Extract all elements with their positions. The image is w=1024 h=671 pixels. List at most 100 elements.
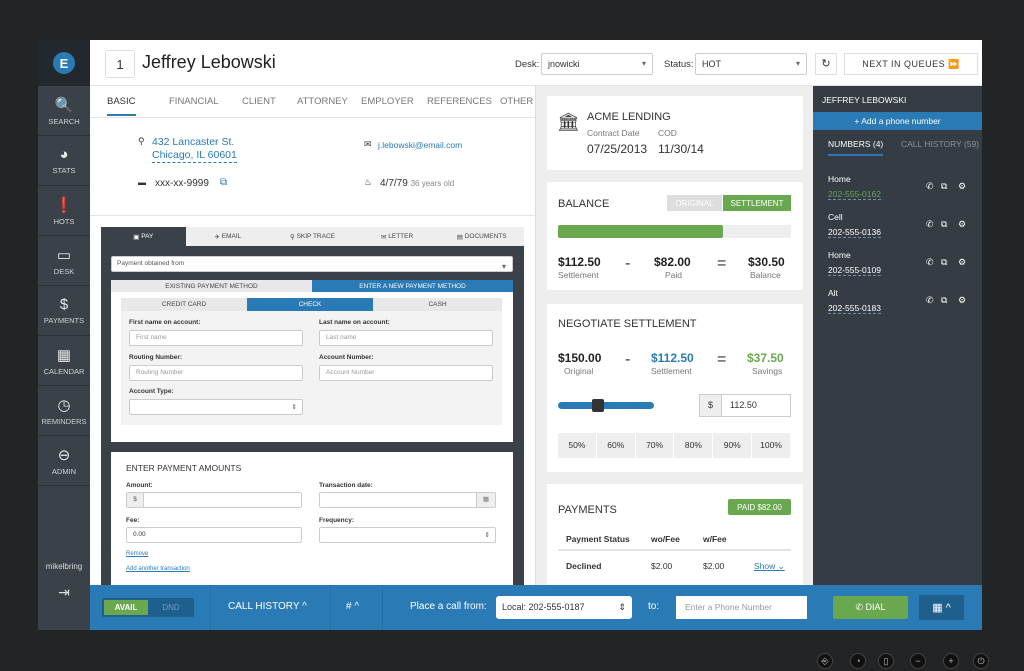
payment-method-card: EXISTING PAYMENT METHOD ENTER A NEW PAYM… (111, 280, 513, 442)
original-label: Original (564, 366, 594, 376)
call-history-button[interactable]: CALL HISTORY ^ (228, 601, 307, 612)
percent-button[interactable]: 70% (635, 433, 675, 458)
copy-icon[interactable]: ⧉ (220, 177, 227, 188)
type-check[interactable]: CHECK (247, 298, 373, 311)
phone-number-input[interactable]: Enter a Phone Number (676, 596, 807, 619)
first-name-input[interactable]: First name (129, 330, 303, 346)
sidebar-item-calendar[interactable]: ▦ CALENDAR (38, 336, 90, 386)
hardware-plus-icon[interactable]: + (943, 653, 959, 669)
gear-icon[interactable]: ⚙ (958, 257, 966, 268)
pay-tab-skip-trace[interactable]: ⚲ SKIP TRACE (270, 227, 355, 246)
status-select[interactable]: HOT (695, 53, 807, 75)
account-type-select[interactable]: ⇕ (129, 399, 303, 415)
tab-new-method[interactable]: ENTER A NEW PAYMENT METHOD (312, 280, 513, 292)
balance-label: Balance (750, 270, 781, 280)
paid-badge: PAID $82.00 (728, 499, 791, 515)
amount-input[interactable]: $ (126, 492, 302, 508)
remove-link[interactable]: Remove (126, 551, 148, 557)
frequency-select[interactable]: ⇕ (319, 527, 496, 543)
phone-number-link[interactable]: 202-555-0183 (828, 303, 881, 314)
tab-client[interactable]: CLIENT (242, 96, 276, 107)
slider-handle[interactable] (591, 399, 604, 412)
logout-icon[interactable]: ⇥ (38, 584, 90, 601)
call-icon[interactable]: ✆ (926, 219, 934, 230)
sidebar-item-reminders[interactable]: ◷ REMINDERS (38, 386, 90, 436)
tab-existing-method[interactable]: EXISTING PAYMENT METHOD (111, 280, 312, 292)
toggle-settlement[interactable]: SETTLEMENT (723, 195, 791, 211)
type-cash[interactable]: CASH (373, 298, 502, 311)
calendar-icon[interactable]: ▦ (476, 493, 495, 507)
availability-toggle[interactable]: AVAIL DND (102, 598, 194, 617)
address-link[interactable]: 432 Lancaster St. Chicago, IL 60601 (152, 136, 237, 163)
ssn-icon: ▬ (138, 178, 146, 187)
phone-number-link[interactable]: 202-555-0136 (828, 227, 881, 238)
show-details-link[interactable]: Show ⌄ (754, 561, 785, 572)
dnd-button[interactable]: DND (150, 600, 192, 615)
gear-icon[interactable]: ⚙ (958, 295, 966, 306)
payment-amounts-card: ENTER PAYMENT AMOUNTS Amount: $ Transact… (111, 452, 513, 587)
avail-button[interactable]: AVAIL (104, 600, 148, 615)
refresh-icon[interactable]: ↻ (815, 53, 837, 75)
hardware-power-icon[interactable]: ⏻ (973, 653, 989, 669)
copy-icon[interactable]: ⧉ (941, 295, 947, 306)
tab-financial[interactable]: FINANCIAL (169, 96, 219, 107)
last-name-input[interactable]: Last name (319, 330, 493, 346)
hardware-minus-icon[interactable]: − (910, 653, 926, 669)
toggle-original[interactable]: ORIGINAL (667, 195, 722, 211)
gear-icon[interactable]: ⚙ (958, 181, 966, 192)
add-transaction-link[interactable]: Add another transaction (126, 566, 190, 572)
desk-select[interactable]: jnowicki (541, 53, 653, 75)
call-icon[interactable]: ✆ (926, 257, 934, 268)
phone-number-link[interactable]: 202-555-0162 (828, 189, 881, 200)
percent-button[interactable]: 90% (713, 433, 753, 458)
sidebar-item-payments[interactable]: $ PAYMENTS (38, 286, 90, 336)
tab-numbers[interactable]: NUMBERS (4) (828, 139, 884, 156)
settlement-input[interactable]: $112.50 (699, 394, 791, 417)
percent-button[interactable]: 80% (674, 433, 714, 458)
call-icon[interactable]: ✆ (926, 295, 934, 306)
call-from-select[interactable]: Local: 202-555-0187 ⇕ (496, 596, 632, 619)
tab-basic[interactable]: BASIC (107, 96, 136, 116)
balance-progress (558, 225, 791, 238)
copy-icon[interactable]: ⧉ (941, 181, 947, 192)
apps-grid-button[interactable]: ▦ ^ (919, 595, 964, 620)
add-phone-button[interactable]: + Add a phone number (813, 112, 982, 130)
copy-icon[interactable]: ⧉ (941, 219, 947, 230)
payment-obtained-select[interactable]: Payment obtained from (111, 256, 513, 272)
percent-button[interactable]: 60% (596, 433, 636, 458)
pay-tab-pay[interactable]: ▣ PAY (101, 227, 186, 246)
copy-icon[interactable]: ⧉ (941, 257, 947, 268)
pay-tab-letter[interactable]: ✉ LETTER (354, 227, 440, 246)
pay-tab-email[interactable]: ✈ EMAIL (185, 227, 271, 246)
fee-input[interactable]: 0.00 (126, 527, 302, 543)
tab-employer[interactable]: EMPLOYER (361, 96, 414, 107)
sidebar-item-hots[interactable]: ❗ HOTS (38, 186, 90, 236)
next-in-queues-button[interactable]: NEXT IN QUEUES ⏩ (844, 53, 978, 75)
hardware-menu-icon[interactable]: ▯ (878, 653, 894, 669)
gear-icon[interactable]: ⚙ (958, 219, 966, 230)
pay-tab-documents[interactable]: ▤ DOCUMENTS (439, 227, 524, 246)
sidebar-item-desk[interactable]: ▭ DESK (38, 236, 90, 286)
phone-number-link[interactable]: 202-555-0109 (828, 265, 881, 276)
tab-other[interactable]: OTHER (500, 96, 533, 107)
type-credit-card[interactable]: CREDIT CARD (121, 298, 247, 311)
tab-attorney[interactable]: ATTORNEY (297, 96, 348, 107)
sidebar-item-admin[interactable]: ⊖ ADMIN (38, 436, 90, 486)
call-icon[interactable]: ✆ (926, 181, 934, 192)
sidebar-item-stats[interactable]: ◕ STATS (38, 136, 90, 186)
routing-input[interactable]: Routing Number (129, 365, 303, 381)
percent-button[interactable]: 100% (752, 433, 791, 458)
call-bar: AVAIL DND CALL HISTORY ^ # ^ Place a cal… (90, 585, 982, 630)
tab-references[interactable]: REFERENCES (427, 96, 492, 107)
percent-button[interactable]: 50% (558, 433, 597, 458)
dial-button[interactable]: ✆ DIAL (833, 596, 908, 619)
tab-call-history[interactable]: CALL HISTORY (59) (901, 139, 979, 149)
account-input[interactable]: Account Number (319, 365, 493, 381)
sidebar-item-search[interactable]: 🔍 SEARCH (38, 86, 90, 136)
hardware-source-icon[interactable]: ◔ (850, 653, 866, 669)
date-input[interactable]: ▦ (319, 492, 496, 508)
hardware-enter-icon[interactable]: ⎆ (817, 653, 833, 669)
dialpad-button[interactable]: # ^ (346, 601, 359, 612)
email-link[interactable]: j.lebowski@email.com (378, 140, 462, 150)
settlement-slider[interactable] (558, 399, 654, 412)
